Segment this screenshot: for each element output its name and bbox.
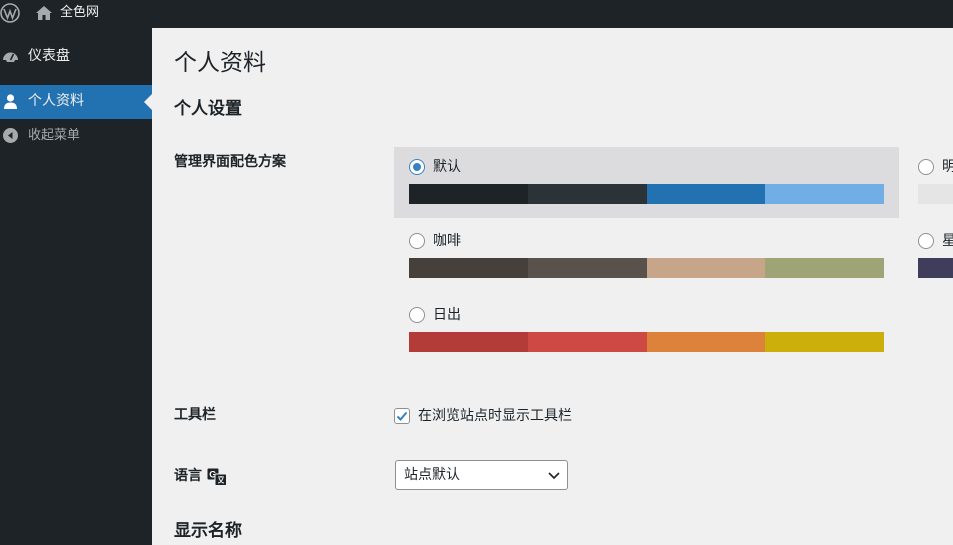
scheme-name: 日出: [433, 307, 461, 323]
sidebar-item-label: 收起菜单: [28, 128, 81, 143]
toolbar-label: 工具栏: [174, 407, 216, 423]
color-scheme-option[interactable]: 咖啡: [394, 221, 899, 292]
admin-sidebar: 仪表盘 个人资料 收起菜单: [0, 28, 152, 545]
scheme-name: 咖啡: [433, 233, 461, 249]
site-name-link[interactable]: 全色网: [60, 5, 99, 21]
color-scheme-option[interactable]: 日出: [394, 295, 899, 366]
scheme-radio[interactable]: [409, 307, 425, 323]
checkmark-icon: [396, 411, 408, 421]
language-select[interactable]: 站点默认: [395, 460, 568, 490]
scheme-radio[interactable]: [409, 159, 425, 175]
section-title-display-name: 显示名称: [174, 521, 242, 541]
dashboard-icon: [3, 52, 18, 62]
home-icon[interactable]: [35, 4, 53, 22]
chevron-down-icon: [548, 472, 560, 480]
scheme-swatches: [409, 332, 884, 352]
scheme-radio[interactable]: [918, 233, 934, 249]
color-scheme-option[interactable]: 明: [903, 147, 953, 218]
color-scheme-option[interactable]: 默认: [394, 147, 899, 218]
scheme-radio[interactable]: [918, 159, 934, 175]
scheme-name: 星: [942, 233, 953, 249]
language-select-value: 站点默认: [404, 467, 460, 483]
color-scheme-option[interactable]: 星: [903, 221, 953, 292]
scheme-radio[interactable]: [409, 233, 425, 249]
scheme-swatches: [409, 184, 884, 204]
user-icon: [4, 94, 17, 109]
sidebar-item-dashboard[interactable]: 仪表盘: [0, 40, 152, 74]
section-title-personal-settings: 个人设置: [174, 99, 242, 119]
scheme-swatches: [918, 258, 953, 278]
sidebar-item-profile[interactable]: 个人资料: [0, 85, 152, 119]
language-label: 语言: [174, 468, 202, 484]
sidebar-item-label: 个人资料: [28, 93, 84, 109]
collapse-menu-button[interactable]: 收起菜单: [0, 119, 152, 153]
page-title: 个人资料: [174, 50, 266, 76]
wordpress-logo-icon[interactable]: [0, 3, 20, 23]
sidebar-item-label: 仪表盘: [28, 48, 70, 64]
scheme-swatches: [409, 258, 884, 278]
show-toolbar-label[interactable]: 在浏览站点时显示工具栏: [418, 408, 572, 425]
translation-icon: G: [207, 468, 227, 486]
scheme-name: 默认: [433, 159, 461, 175]
show-toolbar-checkbox[interactable]: [394, 408, 410, 424]
collapse-icon: [3, 128, 18, 143]
color-scheme-label: 管理界面配色方案: [174, 154, 286, 170]
scheme-swatches: [918, 184, 953, 204]
admin-bar: 全色网: [0, 0, 953, 28]
scheme-name: 明: [942, 159, 953, 175]
